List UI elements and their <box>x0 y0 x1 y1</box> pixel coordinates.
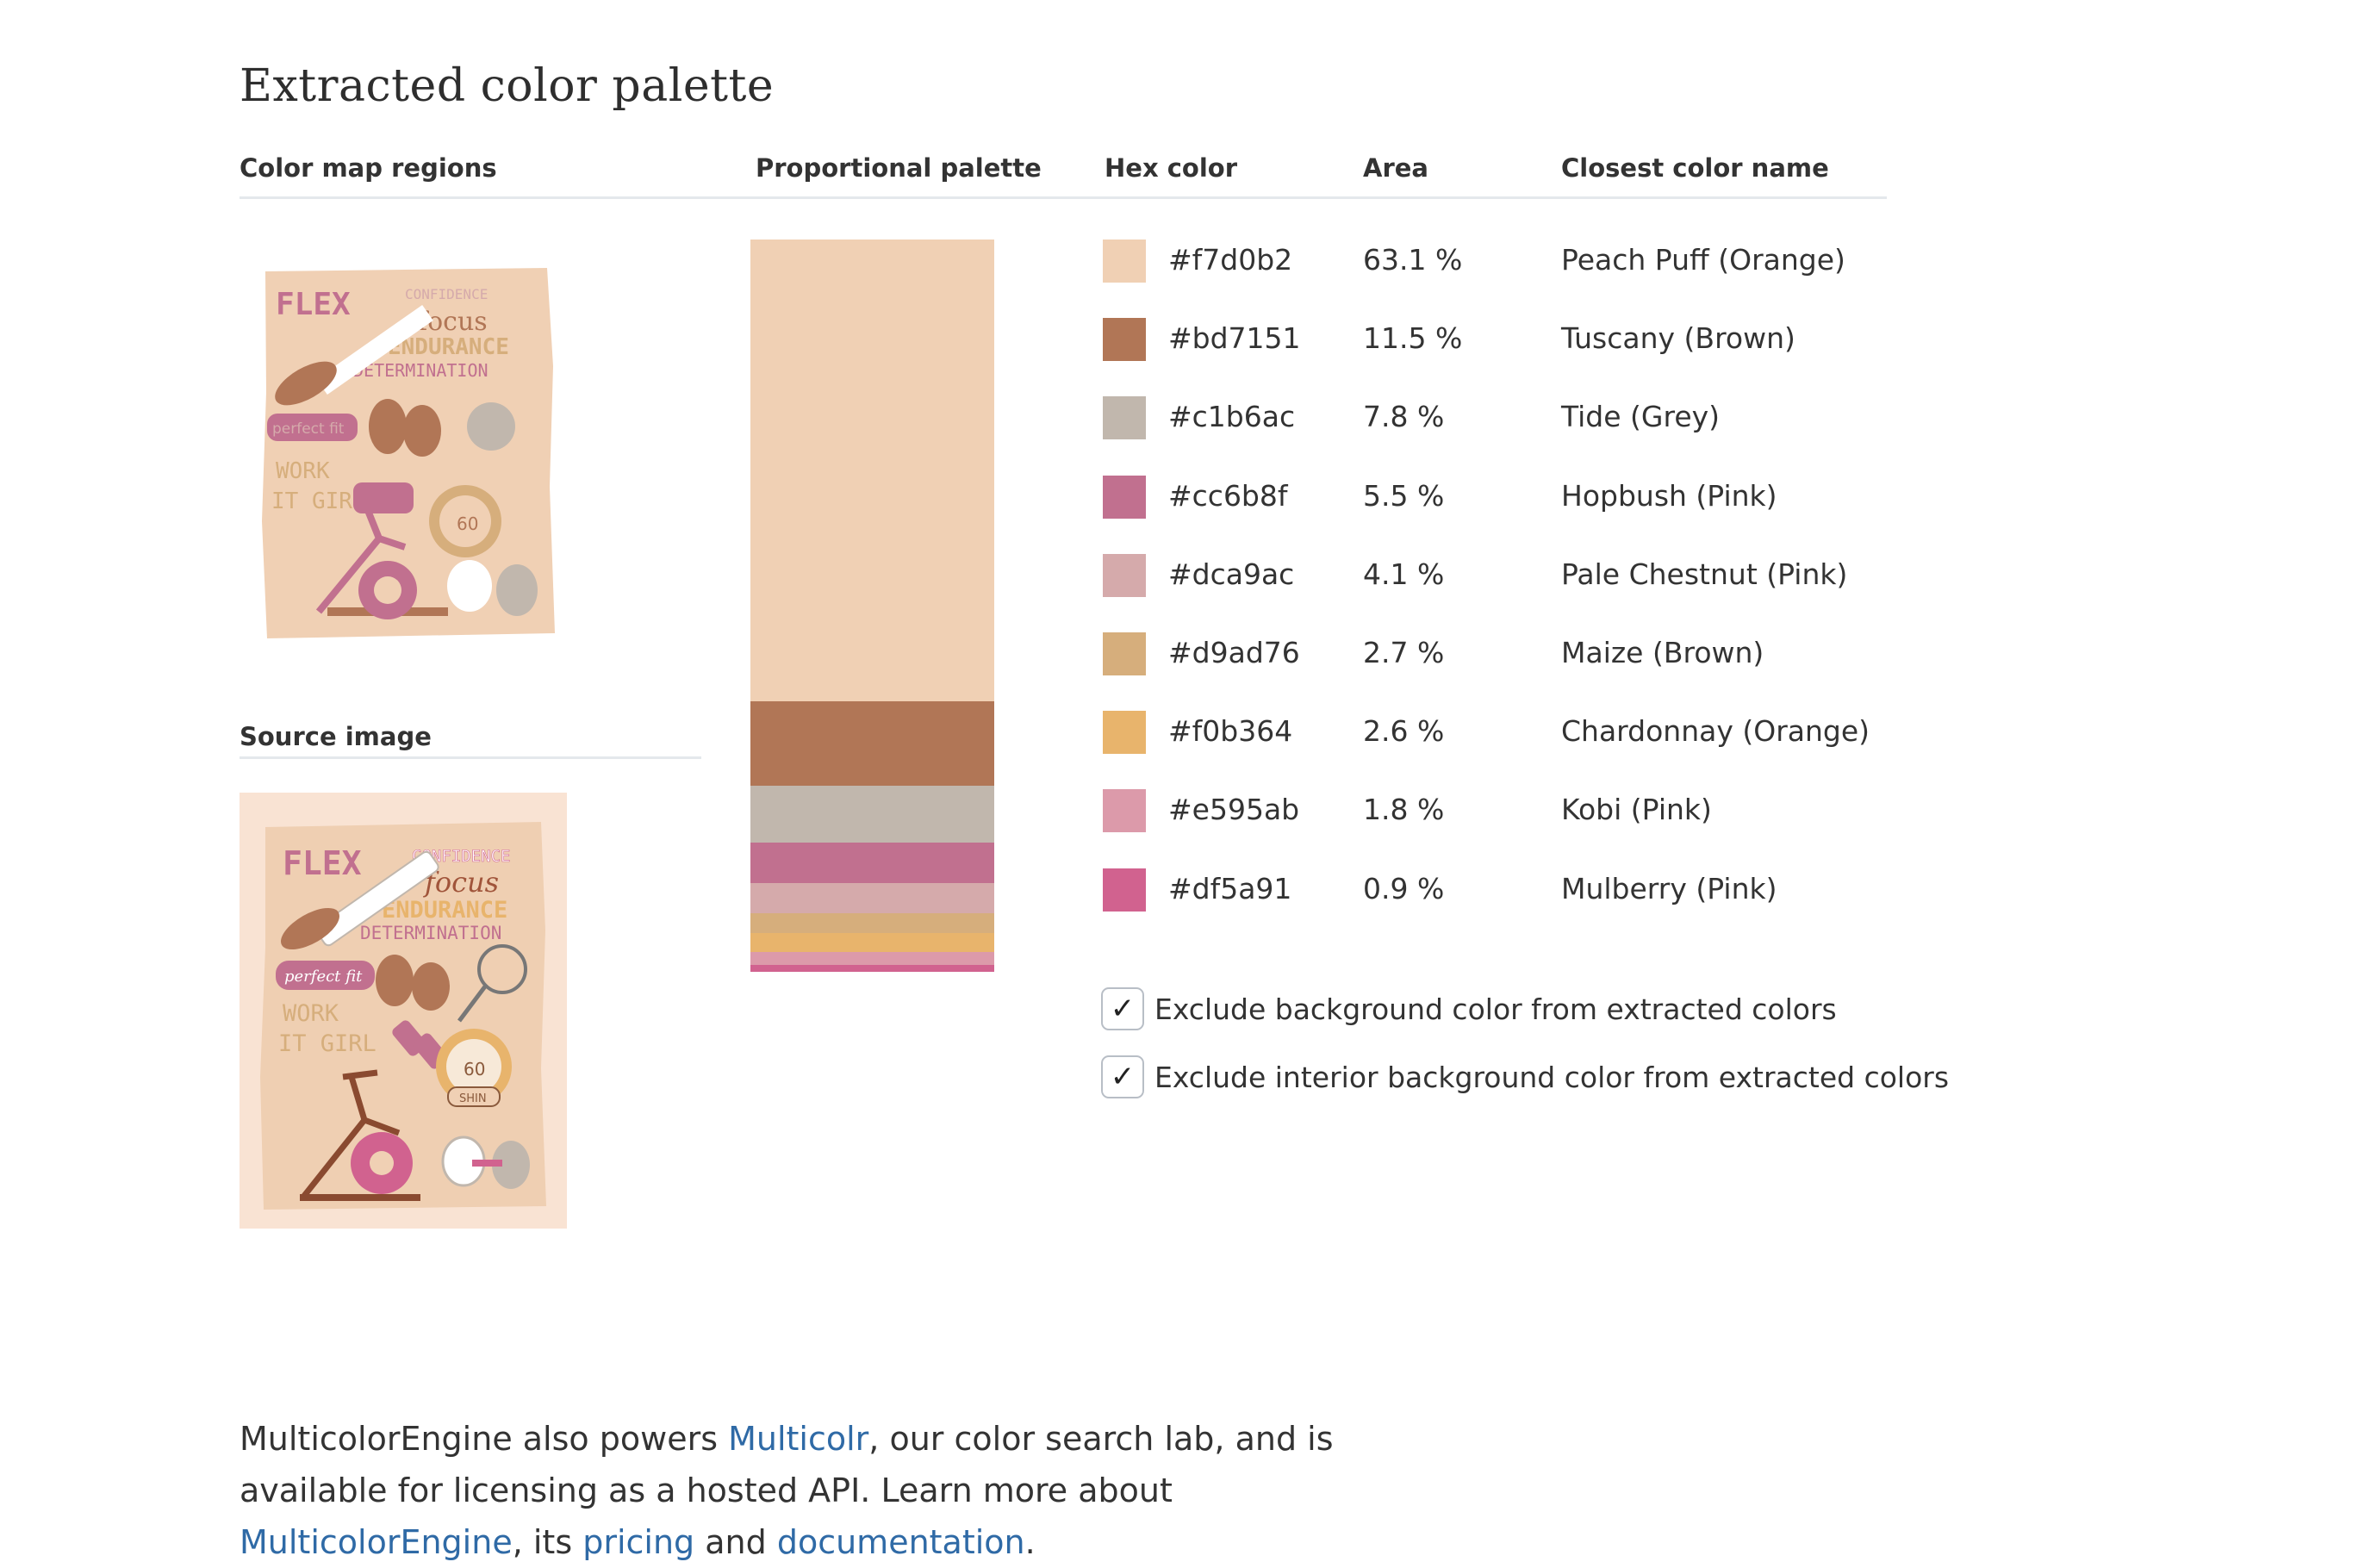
palette-segment <box>750 912 994 933</box>
palette-segment <box>750 952 994 966</box>
proportional-palette-bar <box>750 240 994 972</box>
poster-sixty-text: 60 <box>464 1059 485 1080</box>
area-value: 2.6 % <box>1363 714 1445 749</box>
color-swatch <box>1103 789 1146 833</box>
map-confidence-text: CONFIDENCE <box>405 286 488 302</box>
color-swatch <box>1103 632 1146 675</box>
palette-segment <box>750 965 994 972</box>
palette-segment <box>750 883 994 913</box>
map-sixty-text: 60 <box>457 513 478 534</box>
palette-segment <box>750 932 994 953</box>
hex-value: #bd7151 <box>1168 321 1301 356</box>
color-swatch <box>1103 475 1146 519</box>
poster-endurance-text: ENDURANCE <box>382 897 507 924</box>
poster-shiny-text: SHIN <box>459 1092 487 1105</box>
color-name: Tide (Grey) <box>1561 400 1721 434</box>
pricing-link[interactable]: pricing <box>582 1523 694 1561</box>
exclude-background-checkbox[interactable]: ✓ <box>1101 987 1144 1030</box>
area-value: 0.9 % <box>1363 871 1445 905</box>
area-value: 63.1 % <box>1363 243 1463 277</box>
color-name: Hopbush (Pink) <box>1561 478 1777 513</box>
hex-value: #cc6b8f <box>1168 478 1288 513</box>
hex-value: #dca9ac <box>1168 557 1295 591</box>
map-work-text: WORK <box>276 458 330 484</box>
documentation-link[interactable]: documentation <box>777 1523 1025 1561</box>
header-source-image: Source image <box>240 722 432 751</box>
header-color-map-regions: Color map regions <box>240 153 497 183</box>
page-title: Extracted color palette <box>240 60 775 112</box>
area-value: 5.5 % <box>1363 478 1445 513</box>
color-name: Maize (Brown) <box>1561 636 1764 669</box>
map-flex-text: FLEX <box>276 287 351 322</box>
hex-value: #f0b364 <box>1168 714 1293 749</box>
area-value: 4.1 % <box>1363 557 1445 591</box>
poster-determination-text: DETERMINATION <box>360 923 501 943</box>
color-name: Kobi (Pink) <box>1561 793 1712 827</box>
color-name: Chardonnay (Orange) <box>1561 714 1870 749</box>
color-map-regions-image: FLEX CONFIDENCE focus ENDURANCE DETERMIN… <box>262 268 555 638</box>
map-perfect-fit-text: perfect fit <box>272 420 345 438</box>
multicolor-engine-link[interactable]: MulticolorEngine <box>240 1523 513 1561</box>
poster-flex-text: FLEX <box>283 844 362 882</box>
multicolr-link[interactable]: Multicolr <box>728 1420 868 1458</box>
header-area: Area <box>1363 153 1428 183</box>
para-text-4: and <box>694 1523 777 1561</box>
hex-value: #f7d0b2 <box>1168 243 1293 277</box>
source-divider <box>240 756 701 759</box>
source-image: FLEX CONFIDENCE focus ENDURANCE DETERMIN… <box>240 793 567 1229</box>
hex-value: #e595ab <box>1168 793 1300 827</box>
exclude-background-label: Exclude background color from extracted … <box>1154 992 1837 1026</box>
color-name: Mulberry (Pink) <box>1561 871 1777 905</box>
para-text-1: MulticolorEngine also powers <box>240 1420 729 1458</box>
color-swatch <box>1103 318 1146 362</box>
palette-segment <box>750 843 994 884</box>
para-text-3: , its <box>512 1523 583 1561</box>
hex-value: #df5a91 <box>1168 871 1292 905</box>
exclude-interior-background-label: Exclude interior background color from e… <box>1154 1061 1950 1094</box>
exclude-interior-background-checkbox[interactable]: ✓ <box>1101 1055 1144 1098</box>
area-value: 7.8 % <box>1363 400 1445 434</box>
poster-it-girl-text: IT GIRL <box>278 1030 376 1057</box>
header-proportional-palette: Proportional palette <box>756 153 1042 183</box>
hex-value: #d9ad76 <box>1168 636 1300 669</box>
color-swatch <box>1103 868 1146 912</box>
color-name: Pale Chestnut (Pink) <box>1561 557 1848 591</box>
area-value: 2.7 % <box>1363 636 1445 669</box>
color-swatch <box>1103 240 1146 283</box>
header-divider <box>240 196 1887 199</box>
palette-segment <box>750 240 994 702</box>
poster-perfect-fit-text: perfect fit <box>284 968 363 986</box>
header-closest-color-name: Closest color name <box>1561 153 1829 183</box>
map-determination-text: DETERMINATION <box>353 360 489 381</box>
area-value: 11.5 % <box>1363 321 1463 356</box>
palette-segment <box>750 786 994 843</box>
para-text-5: . <box>1024 1523 1036 1561</box>
color-name: Tuscany (Brown) <box>1561 321 1795 356</box>
color-swatch <box>1103 711 1146 755</box>
multicolor-engine-paragraph: MulticolorEngine also powers Multicolr , … <box>240 1413 1446 1568</box>
header-hex-color: Hex color <box>1105 153 1238 183</box>
color-swatch <box>1103 553 1146 597</box>
area-value: 1.8 % <box>1363 793 1445 827</box>
poster-work-text: WORK <box>283 1000 339 1027</box>
color-swatch <box>1103 396 1146 440</box>
map-it-girl-text: IT GIRL <box>271 488 366 514</box>
color-name: Peach Puff (Orange) <box>1561 243 1845 277</box>
hex-value: #c1b6ac <box>1168 400 1296 434</box>
palette-segment <box>750 701 994 787</box>
